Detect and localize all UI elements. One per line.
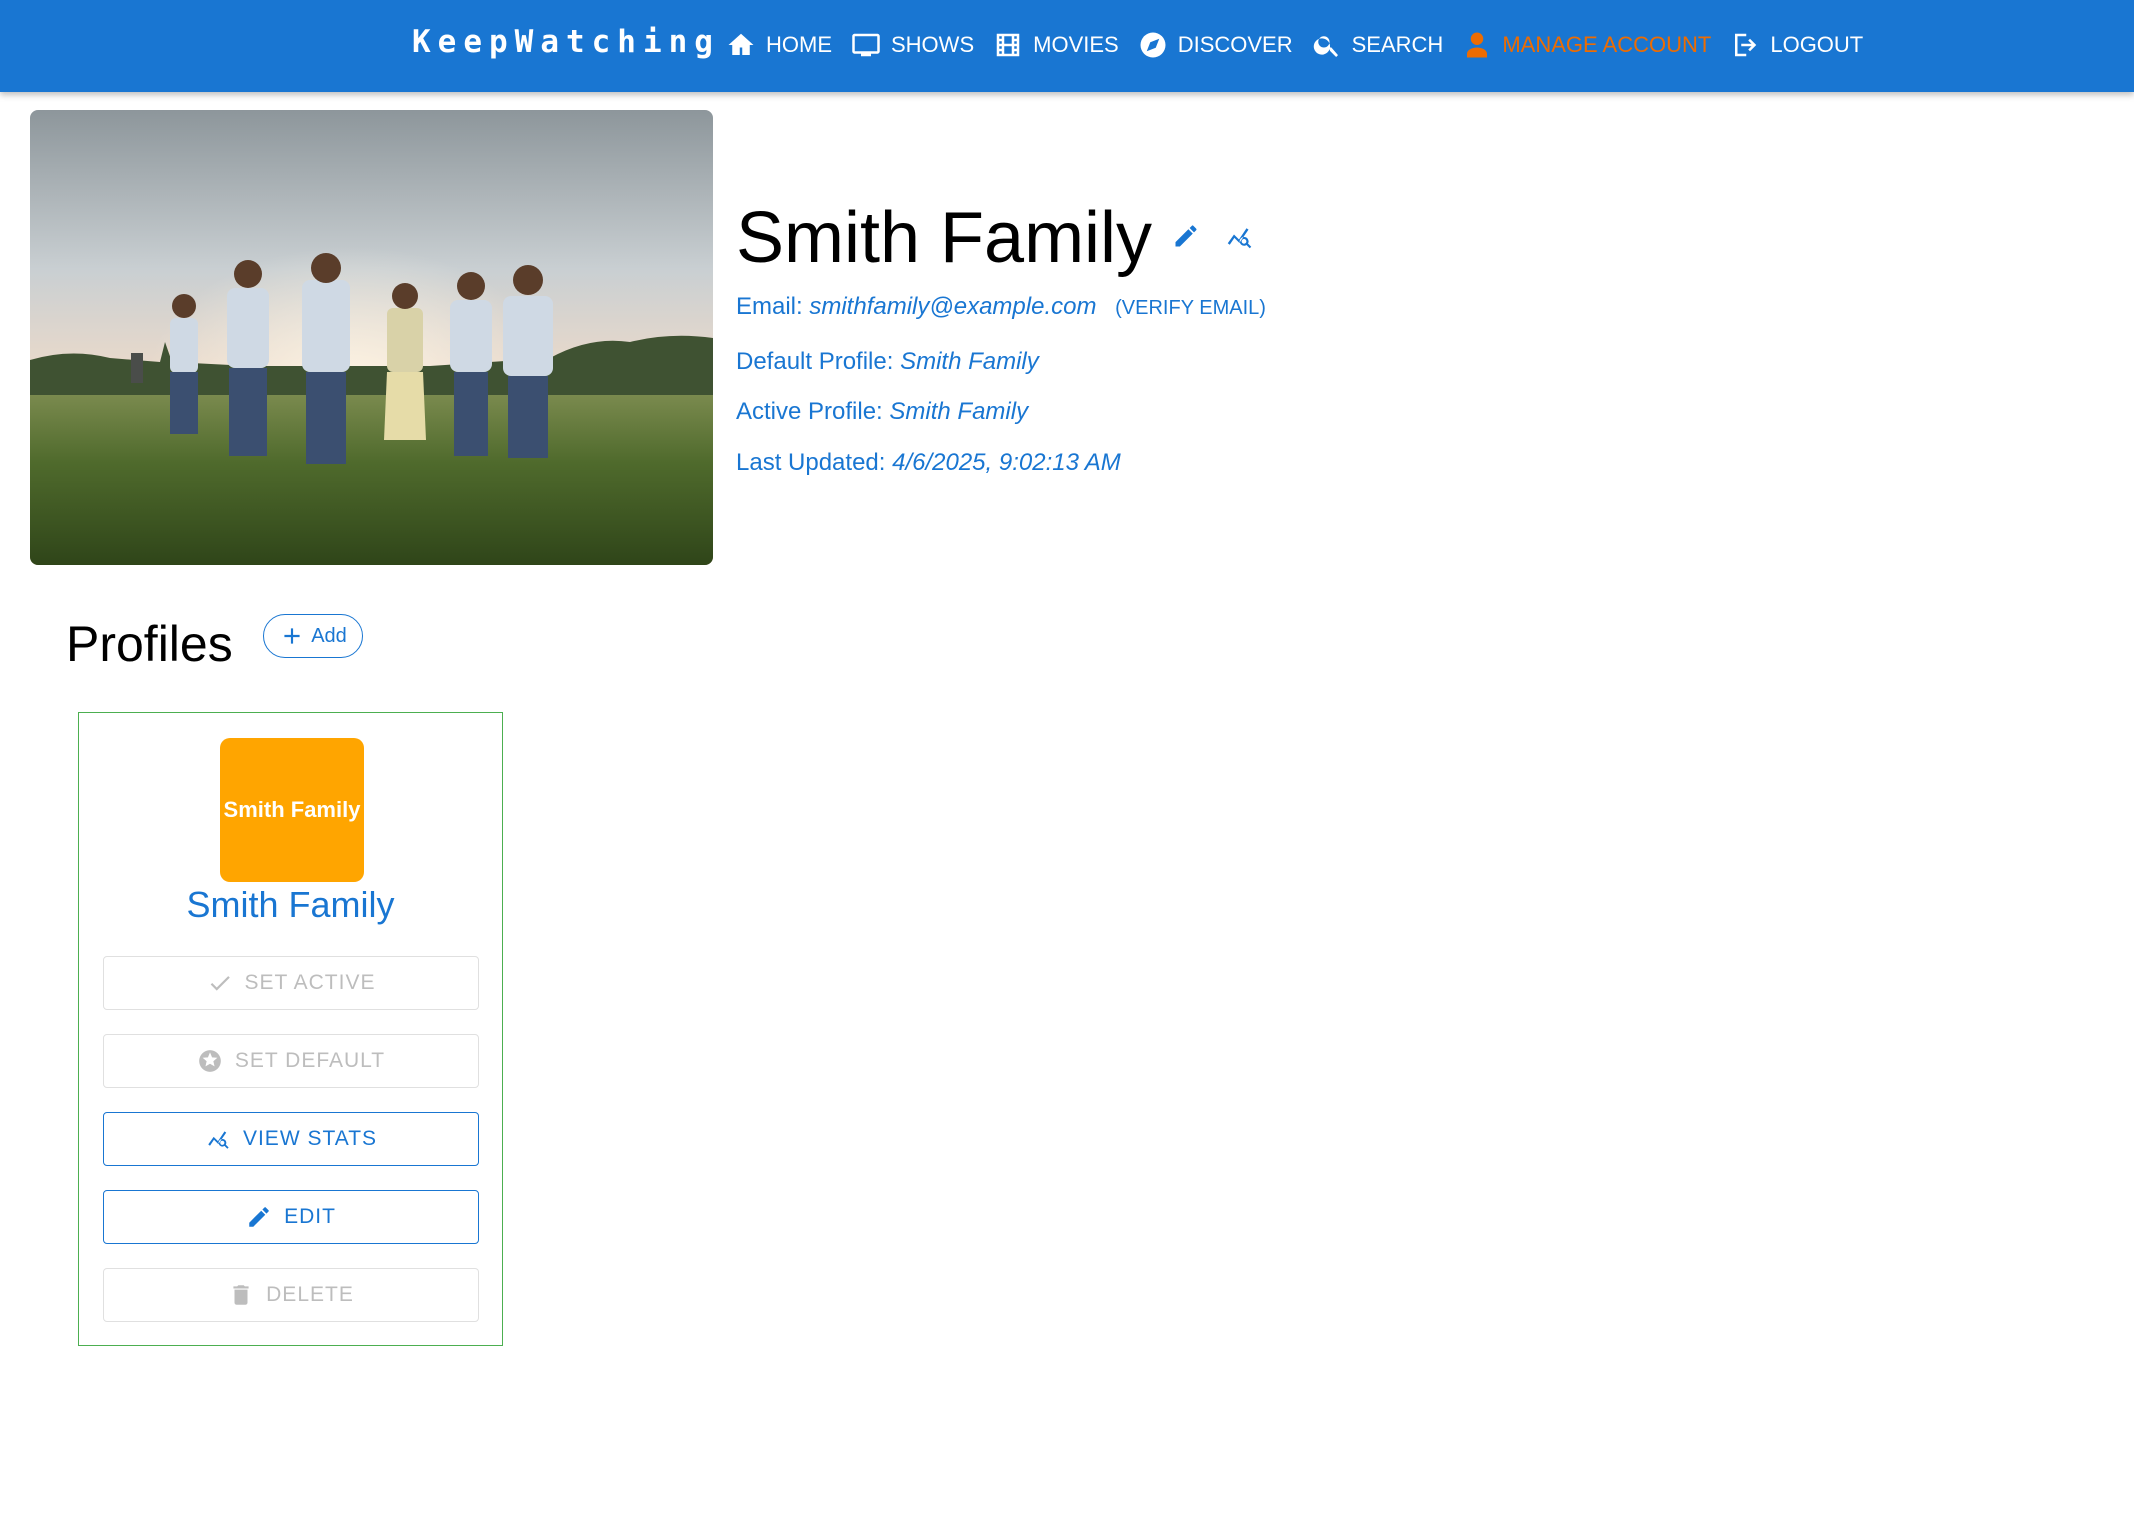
plus-icon — [284, 628, 300, 644]
nav-manage-account[interactable]: MANAGE ACCOUNT — [1462, 24, 1711, 66]
last-updated-value: 4/6/2025, 9:02:13 AM — [892, 449, 1121, 476]
nav-discover-label: DISCOVER — [1177, 32, 1293, 57]
nav-home-label: HOME — [766, 32, 832, 57]
stats-icon — [208, 1131, 229, 1149]
view-stats-label: VIEW STATS — [242, 1127, 378, 1150]
view-stats-button[interactable]: VIEW STATS — [103, 1112, 479, 1166]
edit-account-pencil-icon[interactable] — [1172, 222, 1200, 250]
main-nav: HOME SHOWS MOVIES DISCOVER SEARCH MANAGE… — [726, 24, 1882, 66]
email-line: Email: smithfamily@example.com (VERIFY E… — [736, 291, 1266, 324]
account-hero-image — [30, 110, 713, 565]
logout-icon — [1735, 33, 1757, 57]
set-active-button[interactable]: SET ACTIVE — [103, 956, 479, 1010]
last-updated-line: Last Updated: 4/6/2025, 9:02:13 AM — [736, 447, 1121, 479]
nav-logout-label: LOGOUT — [1770, 32, 1864, 57]
trash-icon — [233, 1285, 249, 1305]
active-profile-label: Active Profile: — [736, 398, 883, 425]
email-label: Email: — [736, 293, 803, 320]
nav-movies[interactable]: MOVIES — [993, 24, 1119, 66]
edit-profile-button[interactable]: EDIT — [103, 1190, 479, 1244]
nav-home[interactable]: HOME — [726, 24, 832, 66]
star-circle-icon — [199, 1050, 221, 1072]
set-default-label: SET DEFAULT — [234, 1049, 386, 1072]
profile-name: Smith Family — [186, 884, 395, 925]
film-icon — [996, 33, 1020, 57]
nav-shows[interactable]: SHOWS — [851, 24, 974, 66]
search-icon — [1313, 36, 1338, 57]
brand-logo[interactable]: KeepWatching — [412, 22, 720, 62]
delete-profile-label: DELETE — [266, 1283, 354, 1306]
set-default-button[interactable]: SET DEFAULT — [103, 1034, 479, 1088]
account-stats-icon[interactable] — [1224, 222, 1254, 252]
last-updated-label: Last Updated: — [736, 449, 886, 476]
check-icon — [210, 976, 230, 991]
active-profile-line: Active Profile: Smith Family — [736, 396, 1028, 428]
compass-icon — [1140, 32, 1166, 58]
default-profile-line: Default Profile: Smith Family — [736, 346, 1039, 378]
default-profile-label: Default Profile: — [736, 348, 894, 375]
add-profile-label: Add — [311, 624, 347, 647]
active-profile-value: Smith Family — [889, 398, 1029, 425]
nav-logout[interactable]: LOGOUT — [1730, 24, 1863, 66]
profile-avatar: Smith Family — [220, 738, 364, 882]
set-active-label: SET ACTIVE — [244, 971, 376, 994]
profiles-heading: Profiles — [66, 616, 233, 672]
person-icon — [1467, 32, 1488, 58]
edit-profile-label: EDIT — [284, 1205, 336, 1228]
tv-icon — [852, 33, 880, 57]
pencil-icon — [249, 1207, 269, 1227]
account-name-heading: Smith Family — [736, 198, 1153, 278]
profile-card: Smith Family Smith Family SET ACTIVE SET… — [78, 712, 503, 1346]
nav-discover[interactable]: DISCOVER — [1138, 24, 1293, 66]
delete-profile-button[interactable]: DELETE — [103, 1268, 479, 1322]
home-icon — [728, 33, 754, 55]
top-app-bar: KeepWatching HOME SHOWS MOVIES DISCOVER … — [0, 0, 2134, 92]
verify-email-link[interactable]: (VERIFY EMAIL) — [1115, 297, 1266, 319]
add-profile-button[interactable]: Add — [263, 614, 363, 658]
nav-search[interactable]: SEARCH — [1312, 24, 1444, 66]
nav-shows-label: SHOWS — [891, 32, 975, 57]
nav-movies-label: MOVIES — [1033, 32, 1119, 57]
email-value: smithfamily@example.com — [809, 293, 1097, 320]
default-profile-value: Smith Family — [900, 348, 1039, 375]
nav-search-label: SEARCH — [1351, 32, 1444, 57]
nav-manage-account-label: MANAGE ACCOUNT — [1502, 32, 1712, 57]
